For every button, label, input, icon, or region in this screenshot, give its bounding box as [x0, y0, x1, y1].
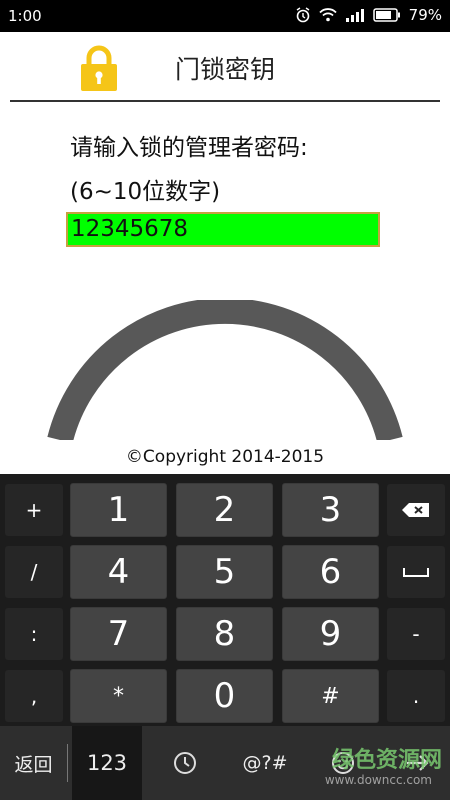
key-colon[interactable]: :: [5, 608, 63, 660]
alarm-icon: [295, 7, 311, 23]
clock-icon: [174, 752, 196, 774]
status-bar: 1:00 79%: [0, 0, 450, 32]
key-5[interactable]: 5: [176, 545, 273, 599]
copyright-text: ©Copyright 2014-2015: [125, 447, 325, 467]
watermark-url: www.downcc.com: [324, 773, 432, 787]
password-input[interactable]: 12345678: [66, 212, 380, 247]
battery-icon: [372, 8, 401, 22]
header-divider: [10, 100, 440, 102]
key-plus[interactable]: +: [5, 484, 63, 536]
key-minus[interactable]: -: [387, 608, 445, 660]
key-hash[interactable]: #: [282, 669, 379, 723]
toolbar-divider: [67, 744, 68, 782]
key-9[interactable]: 9: [282, 607, 379, 661]
space-icon: [403, 568, 429, 577]
status-time: 1:00: [8, 7, 42, 25]
backspace-icon: [402, 503, 429, 517]
key-2[interactable]: 2: [176, 483, 273, 537]
key-3[interactable]: 3: [282, 483, 379, 537]
key-1[interactable]: 1: [70, 483, 167, 537]
dial-arc: [47, 300, 403, 440]
password-prompt: 请输入锁的管理者密码:: [70, 135, 308, 161]
symbols-button[interactable]: @?#: [230, 726, 300, 800]
key-period[interactable]: .: [387, 670, 445, 722]
signal-icon: [345, 8, 365, 22]
key-8[interactable]: 8: [176, 607, 273, 661]
backspace-key[interactable]: [387, 484, 445, 536]
key-comma[interactable]: ,: [5, 670, 63, 722]
recent-button[interactable]: [150, 726, 220, 800]
key-0[interactable]: 0: [176, 669, 273, 723]
key-asterisk[interactable]: *: [70, 669, 167, 723]
space-key[interactable]: [387, 546, 445, 598]
password-hint: (6~10位数字): [70, 179, 221, 205]
back-button[interactable]: 返回: [0, 726, 67, 800]
wifi-icon: [319, 8, 337, 22]
battery-percent: 79%: [408, 6, 442, 24]
key-7[interactable]: 7: [70, 607, 167, 661]
app-header: 门锁密钥: [0, 32, 450, 102]
numeric-mode-button[interactable]: 123: [72, 726, 142, 800]
key-4[interactable]: 4: [70, 545, 167, 599]
page-title: 门锁密钥: [174, 55, 275, 84]
key-6[interactable]: 6: [282, 545, 379, 599]
watermark-logo: 绿色资源网: [331, 748, 442, 773]
key-slash[interactable]: /: [5, 546, 63, 598]
